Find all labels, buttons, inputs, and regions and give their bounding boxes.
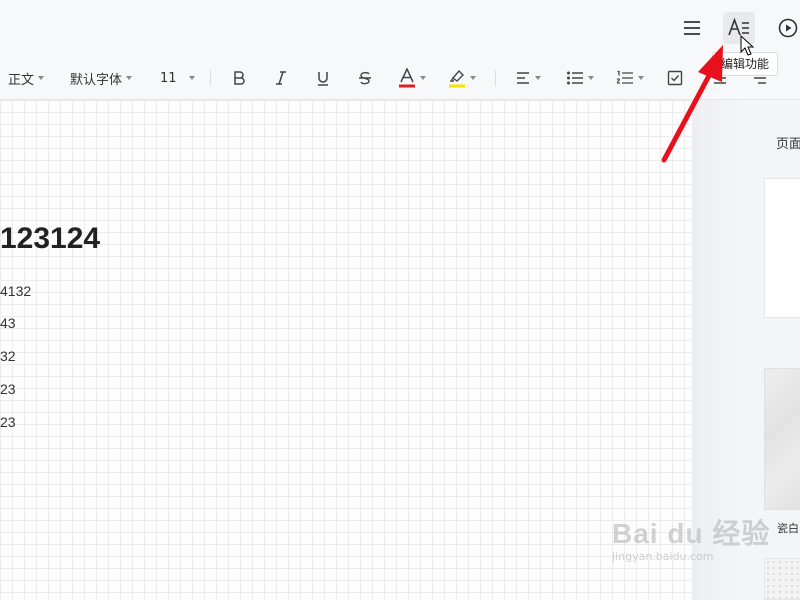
font-size-select[interactable]: 11 [160, 56, 195, 100]
chevron-down-icon [126, 76, 133, 80]
italic-icon[interactable] [273, 56, 289, 100]
watermark-main: Bai du 经验 [612, 518, 771, 549]
chevron-down-icon [470, 76, 476, 80]
font-size-value: 11 [160, 70, 177, 86]
document-line[interactable]: 23 [0, 381, 16, 397]
highlight-swatch [449, 84, 465, 88]
divider [210, 70, 211, 86]
bullet-list-icon[interactable] [566, 56, 594, 100]
page-style-thumbnail-porcelain[interactable] [764, 368, 800, 510]
watermark: Bai du 经验 jingyan.baidu.com [612, 512, 770, 563]
paragraph-style-select[interactable]: 正文 [8, 56, 45, 100]
document-line[interactable]: 43 [0, 315, 16, 331]
tooltip: 编辑功能 [712, 52, 779, 76]
document-canvas[interactable] [0, 100, 692, 600]
format-toolbar: 正文 默认字体 11 [0, 56, 800, 100]
paragraph-style-value: 正文 [8, 72, 35, 88]
page-style-thumbnail-white[interactable] [764, 178, 800, 318]
page-style-label: 瓷白 [777, 522, 799, 535]
numbered-list-icon[interactable] [616, 56, 644, 100]
checkbox-icon[interactable] [667, 56, 683, 100]
font-color-icon[interactable] [398, 56, 426, 100]
font-family-value: 默认字体 [70, 72, 123, 88]
document-line[interactable]: 32 [0, 348, 16, 364]
document-line[interactable]: 23 [0, 414, 16, 430]
strikethrough-icon[interactable] [357, 56, 373, 100]
highlight-icon[interactable] [448, 56, 476, 100]
font-family-select[interactable]: 默认字体 [70, 56, 133, 100]
divider [495, 70, 496, 86]
page-style-thumbnail-dots[interactable] [764, 558, 800, 600]
chevron-down-icon [188, 76, 195, 80]
font-color-swatch [399, 84, 415, 88]
chevron-down-icon [420, 76, 426, 80]
chevron-down-icon [535, 76, 541, 80]
menu-icon[interactable] [676, 12, 708, 44]
document-heading[interactable]: 123124 [0, 222, 100, 256]
play-icon[interactable] [772, 12, 800, 44]
chevron-down-icon [588, 76, 594, 80]
top-bar [0, 0, 800, 56]
chevron-down-icon [38, 76, 45, 80]
edit-functions-icon[interactable] [723, 12, 755, 44]
align-icon[interactable] [515, 56, 541, 100]
panel-section-label: 页面 [776, 137, 800, 152]
underline-icon[interactable] [315, 56, 331, 100]
document-line[interactable]: 4132 [0, 283, 31, 299]
bold-icon[interactable] [231, 56, 247, 100]
chevron-down-icon [638, 76, 644, 80]
